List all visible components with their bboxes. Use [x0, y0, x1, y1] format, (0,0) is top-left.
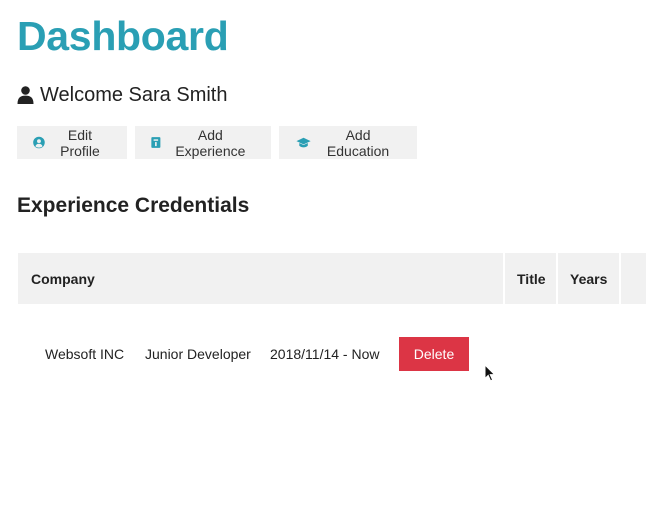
- edit-profile-label: Edit Profile: [60, 126, 100, 159]
- id-badge-icon: [151, 137, 161, 148]
- column-header-company: Company: [18, 253, 505, 304]
- cell-action: Delete: [399, 336, 469, 372]
- dashboard-page: Dashboard Welcome Sara Smith Edit Profil…: [0, 0, 670, 517]
- user-circle-icon: [33, 136, 45, 149]
- user-icon: [17, 86, 34, 104]
- experience-table: Company Title Years Websoft INC Junior D…: [18, 253, 646, 371]
- graduation-cap-icon: [296, 137, 311, 148]
- edit-profile-button[interactable]: Edit Profile: [17, 126, 127, 159]
- cell-company: Websoft INC: [45, 346, 125, 362]
- add-education-button[interactable]: Add Education: [279, 126, 417, 159]
- table-row: Websoft INC Junior Developer 2018/11/14 …: [18, 336, 646, 372]
- delete-button[interactable]: Delete: [399, 337, 469, 371]
- add-education-label: Add Education: [326, 126, 390, 159]
- add-experience-button[interactable]: Add Experience: [135, 126, 271, 159]
- mouse-pointer-icon: [484, 364, 496, 382]
- cell-title: Junior Developer: [145, 346, 251, 362]
- column-header-years: Years: [558, 253, 621, 304]
- welcome-message: Welcome Sara Smith: [17, 82, 227, 108]
- column-header-title: Title: [505, 253, 558, 304]
- column-header-action: [621, 253, 646, 304]
- page-title: Dashboard: [17, 13, 229, 59]
- welcome-text: Welcome Sara Smith: [40, 83, 228, 106]
- experience-section-title: Experience Credentials: [17, 194, 250, 217]
- cell-years: 2018/11/14 - Now: [270, 346, 380, 362]
- table-header: Company Title Years: [18, 253, 646, 304]
- dashboard-actions: Edit Profile Add Experience Add Educatio…: [17, 126, 417, 159]
- add-experience-label: Add Experience: [175, 126, 246, 159]
